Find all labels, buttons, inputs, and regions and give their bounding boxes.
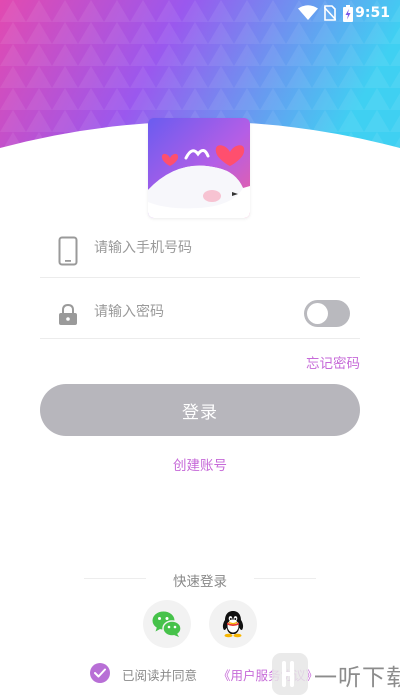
agreement-text: 已阅读并同意	[122, 668, 198, 683]
no-sim-icon	[323, 5, 337, 25]
password-field	[40, 286, 360, 339]
lock-icon	[58, 303, 78, 330]
whale-hearts-logo	[148, 118, 250, 218]
forgot-password-link[interactable]: 忘记密码	[306, 352, 360, 372]
phone-icon	[58, 236, 78, 270]
watermark-logo-icon	[272, 653, 308, 695]
status-time: 9:51	[355, 5, 390, 21]
agreement-checkbox[interactable]	[90, 663, 110, 683]
create-account-link: 创建账号	[0, 454, 400, 474]
create-account-label[interactable]: 创建账号	[173, 458, 227, 474]
divider-right	[254, 578, 316, 579]
check-icon	[94, 668, 106, 678]
qq-login-button[interactable]	[209, 600, 257, 648]
password-input[interactable]	[94, 304, 304, 320]
quick-login-title: 快速登录	[173, 574, 227, 590]
status-bar: 9:51	[0, 0, 400, 28]
login-button[interactable]: 登录	[40, 384, 360, 436]
watermark-text: 一听下载	[314, 665, 400, 691]
show-password-toggle[interactable]	[304, 300, 350, 327]
toggle-knob	[307, 303, 328, 324]
wechat-login-button[interactable]	[143, 600, 191, 648]
phone-input[interactable]	[94, 240, 304, 256]
wifi-icon	[298, 5, 318, 25]
phone-field	[40, 222, 360, 278]
battery-charging-icon	[343, 5, 353, 26]
quick-login-section: 快速登录	[0, 570, 400, 590]
watermark: 一听下载	[268, 648, 400, 700]
